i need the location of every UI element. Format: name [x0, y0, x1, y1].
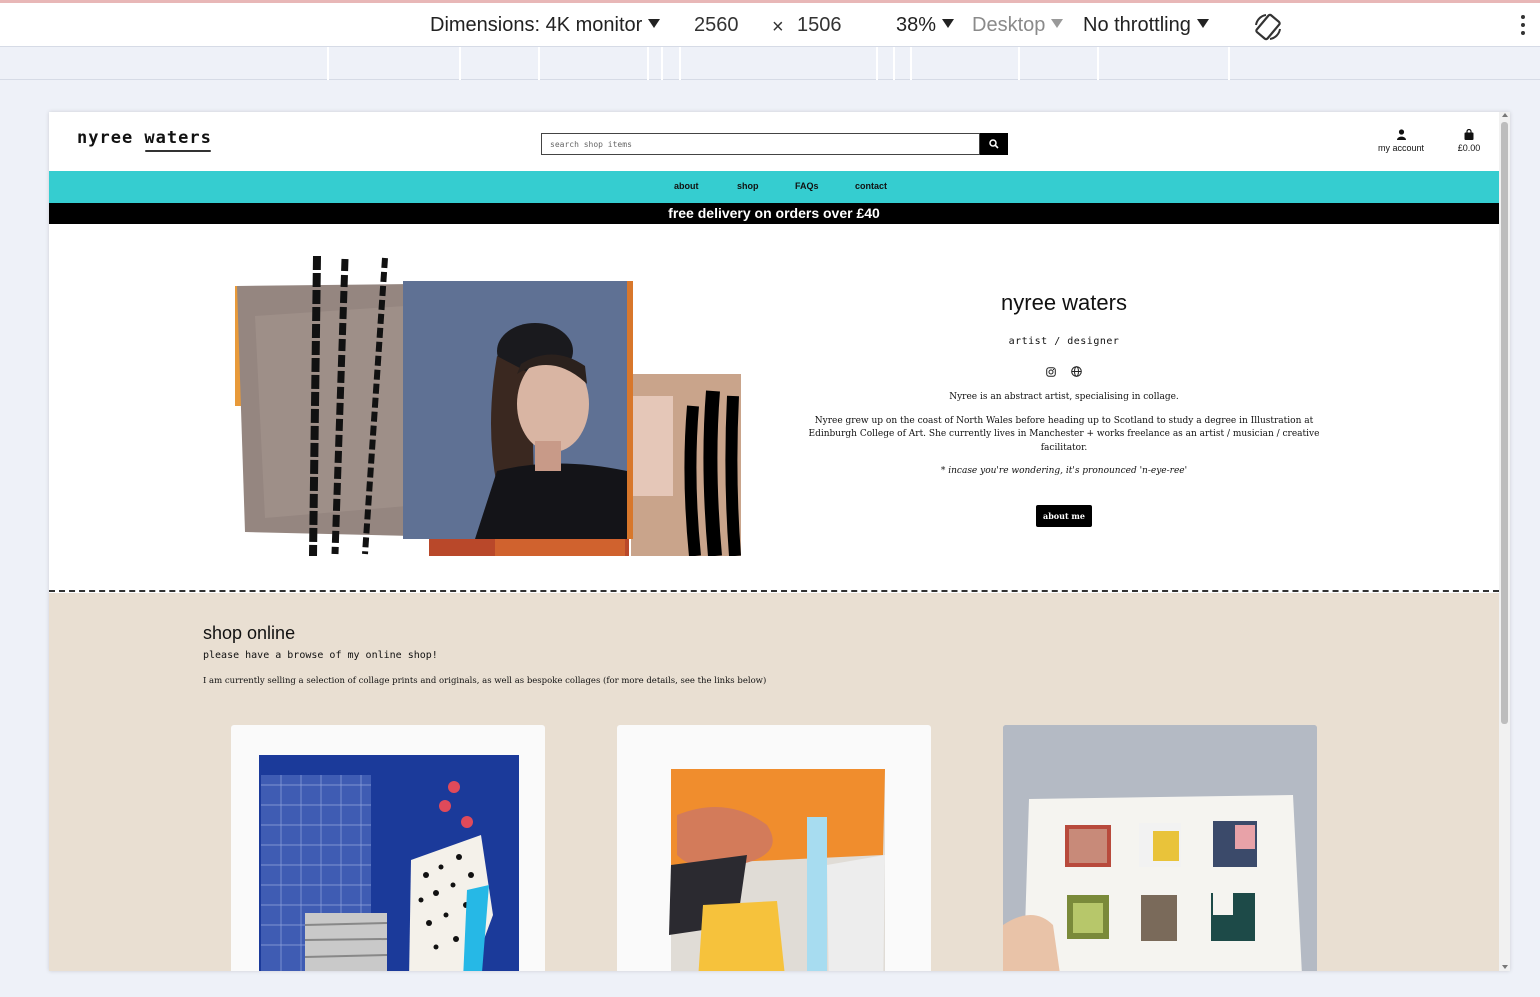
web-page: nyree waters my account [49, 112, 1499, 971]
user-icon [1396, 129, 1406, 140]
bio-intro: Nyree is an abstract artist, specialisin… [949, 392, 1179, 402]
device-type-label: Desktop [972, 14, 1046, 36]
instagram-icon[interactable] [1046, 362, 1056, 381]
chevron-down-icon [942, 19, 955, 28]
page-scrollbar[interactable] [1499, 112, 1510, 971]
throttling-dropdown[interactable]: No throttling [1083, 12, 1209, 38]
device-viewport: nyree waters my account [49, 112, 1510, 971]
product-card[interactable] [1003, 725, 1317, 971]
artist-role: artist / designer [1008, 336, 1120, 347]
nav-shop[interactable]: shop [737, 181, 759, 191]
shop-title: shop online [203, 623, 296, 643]
bio-text: Nyree grew up on the coast of North Wale… [808, 415, 1320, 453]
delivery-banner: free delivery on orders over £40 [49, 203, 1499, 224]
media-query-ruler [0, 47, 1540, 80]
dimensions-dropdown[interactable]: Dimensions: 4K monitor [430, 12, 661, 38]
product-image-orange-collage [669, 769, 885, 971]
more-options-icon[interactable] [1518, 15, 1528, 41]
height-input[interactable]: 1506 [797, 12, 842, 38]
site-header: nyree waters my account [49, 112, 1499, 171]
nav-faqs[interactable]: FAQs [795, 181, 819, 191]
my-account-label: my account [1377, 143, 1425, 153]
main-navigation: about shop FAQs contact [49, 171, 1499, 203]
nav-about[interactable]: about [674, 181, 699, 191]
hero-text: nyree waters artist / designer Nyree is … [789, 290, 1339, 527]
product-card[interactable] [617, 725, 931, 971]
throttling-label: No throttling [1083, 14, 1191, 36]
my-account-link[interactable]: my account [1371, 129, 1431, 153]
scroll-down-icon[interactable] [1502, 965, 1508, 969]
shop-description: I am currently selling a selection of co… [203, 676, 767, 686]
product-card[interactable] [231, 725, 545, 971]
scrollbar-thumb[interactable] [1501, 122, 1508, 724]
search-icon [989, 139, 999, 149]
chevron-down-icon [1196, 19, 1209, 28]
chevron-down-icon [1051, 19, 1064, 28]
shop-section: shop online please have a browse of my o… [49, 593, 1499, 971]
rotate-icon[interactable] [1252, 11, 1284, 43]
pronunciation-note: * incase you're wondering, it's pronounc… [940, 466, 1188, 476]
hero-collage-image [235, 256, 741, 556]
zoom-dropdown[interactable]: 38% [896, 12, 955, 38]
scroll-up-icon[interactable] [1502, 113, 1508, 117]
chevron-down-icon [648, 19, 661, 28]
logo-underline [145, 150, 211, 152]
basket-total: £0.00 [1457, 143, 1481, 153]
zoom-label: 38% [896, 14, 937, 36]
search-button[interactable] [980, 133, 1008, 155]
social-links [789, 361, 1339, 377]
artist-name: nyree waters [1001, 290, 1127, 315]
hero-section: nyree waters artist / designer Nyree is … [49, 224, 1499, 592]
product-image-blue-collage [259, 755, 519, 971]
dimension-separator: × [772, 16, 784, 38]
search-input[interactable] [541, 133, 980, 155]
devtools-device-toolbar: Dimensions: 4K monitor 2560 × 1506 38% D… [0, 0, 1540, 47]
width-input[interactable]: 2560 [694, 12, 739, 38]
about-me-button[interactable]: about me [1036, 504, 1092, 527]
product-image-mini-collages [1003, 725, 1317, 971]
device-type-dropdown[interactable]: Desktop [972, 12, 1064, 38]
nav-contact[interactable]: contact [855, 181, 887, 191]
shopping-bag-icon [1464, 129, 1474, 140]
dimensions-label: Dimensions: 4K monitor [430, 14, 643, 36]
globe-icon[interactable] [1071, 362, 1082, 381]
shop-subtitle: please have a browse of my online shop! [203, 650, 438, 661]
site-logo[interactable]: nyree waters [77, 128, 212, 148]
basket-link[interactable]: £0.00 [1449, 129, 1489, 153]
